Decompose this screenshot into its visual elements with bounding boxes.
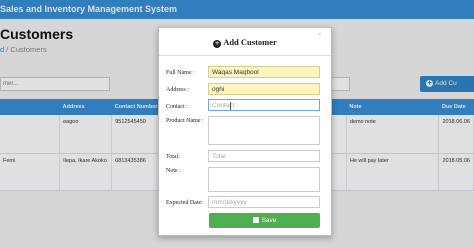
modal-title-text: Add Customer xyxy=(223,37,277,47)
contact-placeholder: Contact xyxy=(212,102,235,109)
contact-label: Contact : xyxy=(166,104,188,110)
note-label: Note : xyxy=(166,168,181,174)
full-name-input[interactable]: Waqas Maqbool xyxy=(208,66,320,78)
total-placeholder: Total xyxy=(212,153,226,160)
expected-date-label: Expected Date: xyxy=(166,200,203,206)
date-placeholder: mm/dd/yyyy xyxy=(212,199,247,206)
add-customer-modal: × + Add Customer Full Name : Waqas Maqboo… xyxy=(158,27,332,236)
plus-circle-icon: + xyxy=(213,39,222,48)
full-name-label: Full Name : xyxy=(166,70,195,76)
save-button[interactable]: Save xyxy=(209,213,320,228)
contact-input[interactable]: Contact xyxy=(208,99,320,111)
text-cursor-icon xyxy=(230,102,231,110)
total-input[interactable]: Total xyxy=(208,150,320,162)
modal-divider xyxy=(159,55,331,56)
save-label: Save xyxy=(261,217,277,224)
address-label: Address : xyxy=(166,87,189,93)
expected-date-input[interactable]: mm/dd/yyyy xyxy=(208,196,320,208)
modal-title: + Add Customer xyxy=(159,37,331,48)
product-name-label: Product Name : xyxy=(166,118,204,124)
total-label: Total: xyxy=(166,154,180,160)
note-textarea[interactable] xyxy=(208,167,320,192)
product-name-textarea[interactable] xyxy=(208,116,320,145)
address-input[interactable]: oghi xyxy=(208,83,320,95)
floppy-disk-icon xyxy=(252,217,259,223)
